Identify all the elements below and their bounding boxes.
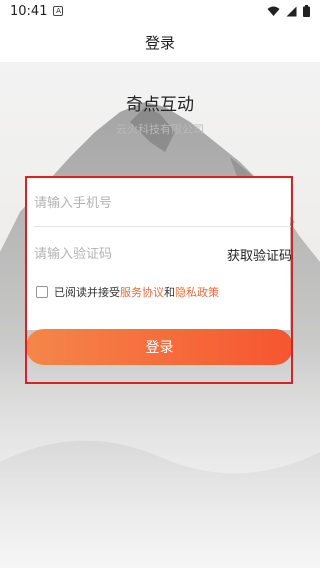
highlight-box <box>25 176 293 384</box>
battery-icon <box>303 5 310 17</box>
status-time: 10:41 <box>10 3 48 19</box>
company-name: 云火科技有限公司 <box>116 123 204 136</box>
wifi-icon <box>267 6 280 16</box>
page-title: 登录 <box>144 33 175 52</box>
status-bar: 10:41 A <box>0 0 320 22</box>
nav-bar: 登录 <box>0 22 320 62</box>
notification-a-icon: A <box>53 6 64 16</box>
signal-icon <box>286 6 297 16</box>
brand-name: 奇点互动 <box>126 95 194 115</box>
